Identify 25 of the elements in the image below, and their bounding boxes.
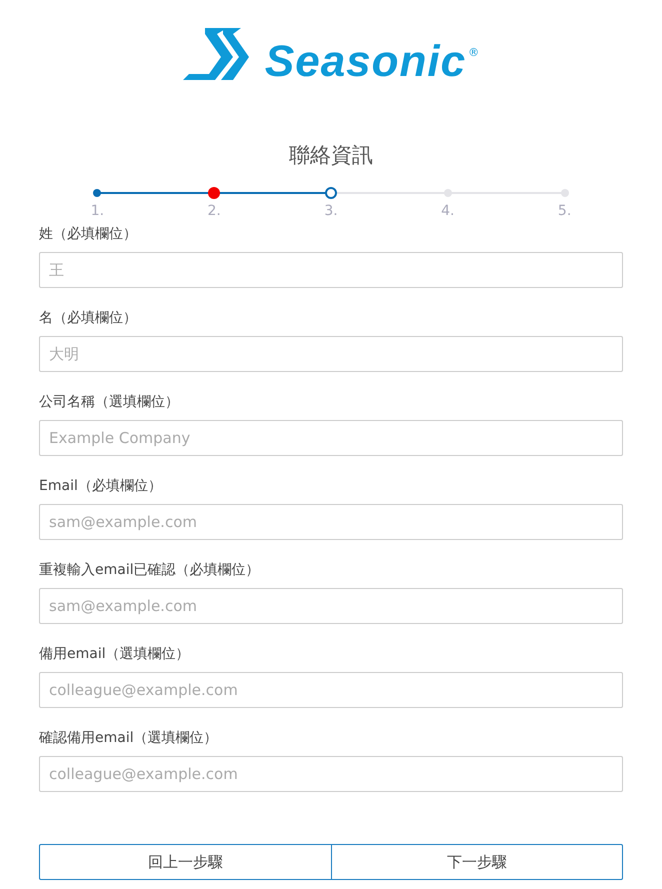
field-label: 備用email（選填欄位） <box>39 645 191 664</box>
input-field[interactable]: colleague@example.com <box>39 672 623 708</box>
step-button[interactable]: 回上一步驟 <box>39 844 332 880</box>
step-number: 3. <box>324 202 338 220</box>
step-number: 2. <box>208 202 221 220</box>
input-field[interactable]: colleague@example.com <box>39 756 623 792</box>
page-title: 聯絡資訊 <box>288 142 374 169</box>
field-label: 姓（必填欄位） <box>39 225 138 244</box>
input-field[interactable]: Example Company <box>39 420 623 456</box>
field-label: 名（必填欄位） <box>39 309 138 328</box>
field-label: 公司名稱（選填欄位） <box>39 393 180 412</box>
registered-mark: ® <box>468 46 480 59</box>
step-number: 4. <box>441 202 454 220</box>
field-label: 確認備用email（選填欄位） <box>39 729 219 748</box>
input-field[interactable]: sam@example.com <box>39 588 623 624</box>
step-dot <box>208 187 220 199</box>
step-number: 1. <box>90 202 104 220</box>
field-label: Email（必填欄位） <box>39 477 163 496</box>
input-field[interactable]: 王 <box>39 252 623 288</box>
logo-wordmark: Seasonic <box>264 40 466 84</box>
input-field[interactable]: sam@example.com <box>39 504 623 540</box>
input-field[interactable]: 大明 <box>39 336 623 372</box>
step-button[interactable]: 下一步驟 <box>332 844 623 880</box>
step-number: 5. <box>558 202 572 220</box>
field-label: 重複輸入email已確認（必填欄位） <box>39 561 261 580</box>
